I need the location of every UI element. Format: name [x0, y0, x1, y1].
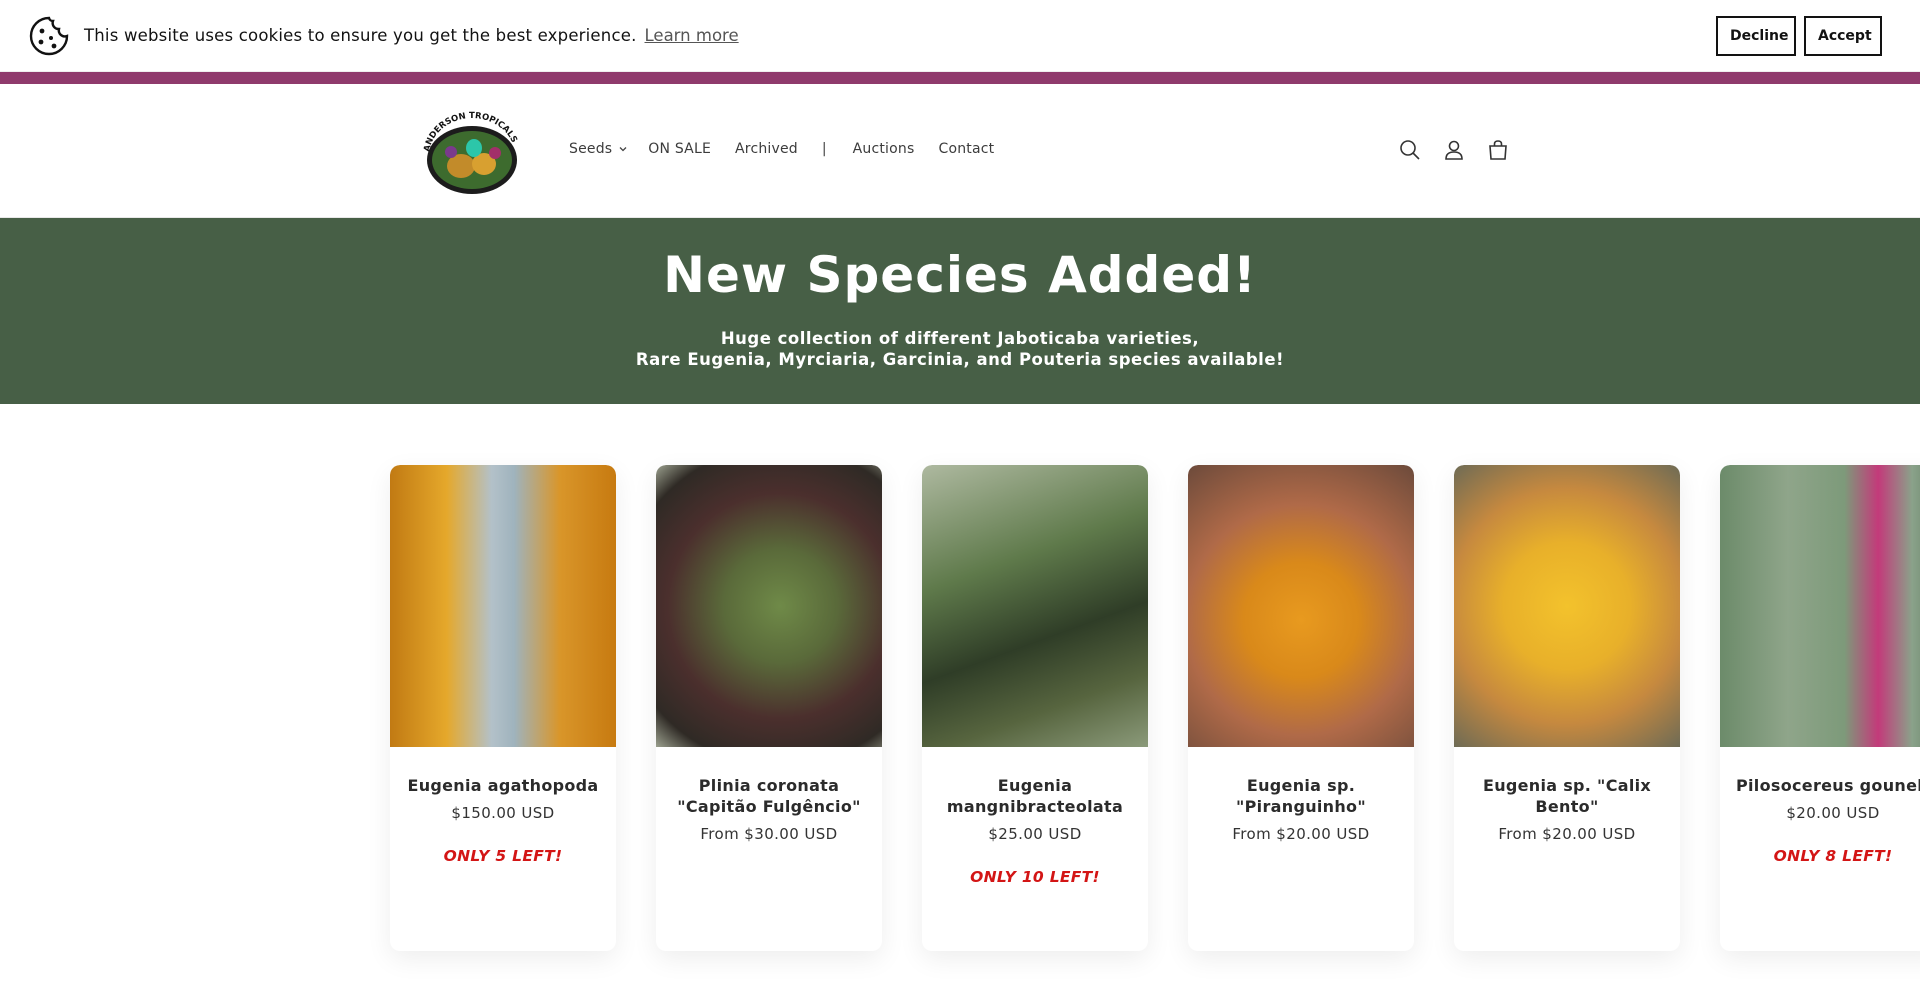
product-price: From $30.00 USD: [700, 825, 838, 843]
product-title[interactable]: Plinia coronata "Capitão Fulgêncio": [656, 775, 882, 817]
stock-badge: ONLY 8 LEFT!: [1773, 847, 1893, 865]
product-image[interactable]: [1188, 465, 1414, 747]
main-nav: Seeds ON SALE Archived | Auctions Contac…: [569, 141, 1018, 157]
nav-seeds-label: Seeds: [569, 141, 613, 157]
product-price: $150.00 USD: [451, 804, 555, 822]
cookie-message: This website uses cookies to ensure you …: [84, 26, 637, 45]
store-logo[interactable]: ANDERSON TROPICALS: [419, 108, 525, 198]
product-image[interactable]: [656, 465, 882, 747]
banner-line-2: Rare Eugenia, Myrciaria, Garcinia, and P…: [635, 350, 1285, 369]
learn-more-link[interactable]: Learn more: [645, 26, 739, 45]
cookie-buttons: Decline Accept: [1716, 15, 1882, 56]
product-price: From $20.00 USD: [1232, 825, 1370, 843]
search-icon[interactable]: [1398, 138, 1422, 162]
nav-on-sale[interactable]: ON SALE: [648, 141, 711, 157]
accept-button[interactable]: Accept: [1804, 15, 1882, 56]
cookie-icon: [28, 15, 70, 57]
product-card[interactable]: Eugenia sp. "Calix Bento" From $20.00 US…: [1454, 465, 1680, 951]
promo-banner: New Species Added! Huge collection of di…: [0, 218, 1920, 404]
product-image[interactable]: [1454, 465, 1680, 747]
product-price: $20.00 USD: [1786, 804, 1880, 822]
site-header: ANDERSON TROPICALS Seeds ON SALE Archive…: [0, 84, 1920, 218]
header-icons: [1398, 138, 1510, 162]
product-image[interactable]: [922, 465, 1148, 747]
product-title[interactable]: Eugenia sp. "Piranguinho": [1188, 775, 1414, 817]
product-carousel: Eugenia agathopoda $150.00 USD ONLY 5 LE…: [0, 404, 1920, 993]
product-price: From $20.00 USD: [1498, 825, 1636, 843]
product-card[interactable]: Eugenia mangnibracteolata $25.00 USD ONL…: [922, 465, 1148, 951]
cart-icon[interactable]: [1486, 138, 1510, 162]
nav-archived[interactable]: Archived: [735, 141, 798, 157]
decline-button[interactable]: Decline: [1716, 15, 1796, 56]
nav-seeds[interactable]: Seeds: [569, 141, 628, 157]
product-price: $25.00 USD: [988, 825, 1082, 843]
product-card[interactable]: Plinia coronata "Capitão Fulgêncio" From…: [656, 465, 882, 951]
nav-auctions[interactable]: Auctions: [853, 141, 915, 157]
product-title[interactable]: Eugenia sp. "Calix Bento": [1454, 775, 1680, 817]
account-icon[interactable]: [1442, 138, 1466, 162]
stock-badge: ONLY 5 LEFT!: [443, 847, 563, 865]
banner-line-1: Huge collection of different Jaboticaba …: [720, 329, 1200, 348]
nav-separator: |: [821, 141, 827, 157]
announcement-bar: [0, 72, 1920, 84]
chevron-down-icon: [618, 144, 628, 154]
product-card[interactable]: Eugenia sp. "Piranguinho" From $20.00 US…: [1188, 465, 1414, 951]
product-title[interactable]: Eugenia agathopoda: [390, 775, 616, 796]
banner-title: New Species Added!: [663, 246, 1257, 304]
product-card[interactable]: Eugenia agathopoda $150.00 USD ONLY 5 LE…: [390, 465, 616, 951]
cookie-banner: This website uses cookies to ensure you …: [0, 0, 1920, 72]
product-card[interactable]: Pilosocereus gounellii $20.00 USD ONLY 8…: [1720, 465, 1920, 951]
product-title[interactable]: Eugenia mangnibracteolata: [922, 775, 1148, 817]
product-image[interactable]: [1720, 465, 1920, 747]
stock-badge: ONLY 10 LEFT!: [970, 868, 1100, 886]
product-image[interactable]: [390, 465, 616, 747]
nav-contact[interactable]: Contact: [938, 141, 994, 157]
product-title[interactable]: Pilosocereus gounellii: [1720, 775, 1920, 796]
banner-subtitle: Huge collection of different Jaboticaba …: [0, 328, 1920, 370]
